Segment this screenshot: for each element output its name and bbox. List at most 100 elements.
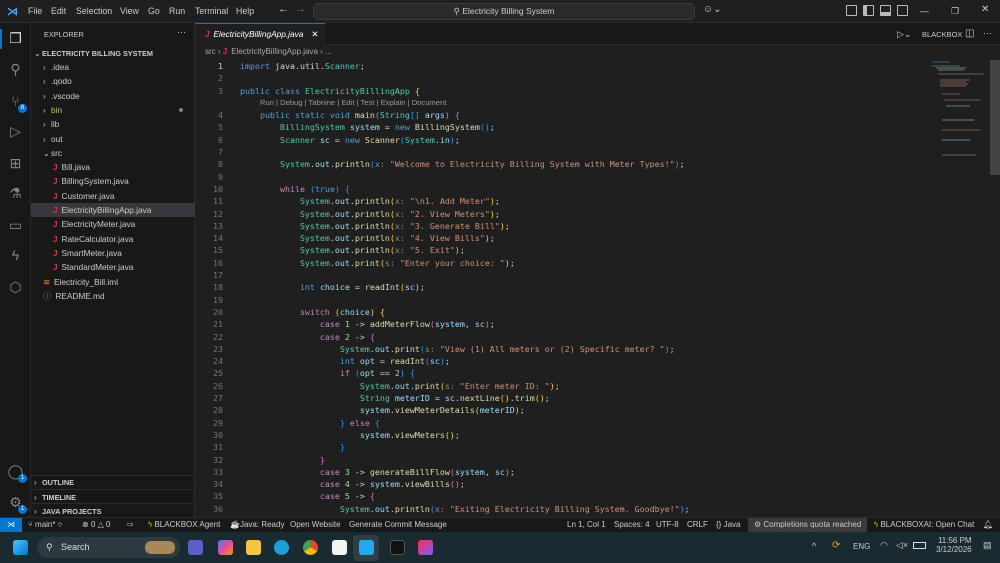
cursor-position[interactable]: Ln 1, Col 1 (567, 518, 606, 532)
search-icon[interactable]: ⚲ (7, 61, 24, 78)
clock[interactable]: 11:56 PM 3/12/2026 (936, 536, 972, 554)
open-website-button[interactable]: Open Website (290, 518, 341, 532)
tree-item[interactable]: J ElectricityMeter.java (31, 217, 195, 231)
java-projects-section[interactable]: › JAVA PROJECTS (31, 503, 195, 517)
tree-item[interactable]: J RateCalculator.java (31, 232, 195, 246)
toggle-panel-icon[interactable] (880, 5, 891, 16)
forward-arrow-icon[interactable]: → (295, 3, 306, 15)
blackbox-button[interactable]: BLACKBOX (922, 30, 962, 39)
command-center-search[interactable]: ⚲ Electricity Billing System (313, 3, 695, 20)
tree-item[interactable]: J StandardMeter.java (31, 260, 195, 274)
codelens[interactable]: Run | Debug | Tabnine | Edit | Test | Ex… (195, 97, 935, 109)
copilot-app-icon[interactable] (218, 540, 233, 555)
menu-help[interactable]: Help (236, 6, 254, 16)
code-editor[interactable]: 1 import java.util.Scanner; 2 3 public class… (195, 60, 935, 515)
customize-layout-icon[interactable] (846, 5, 857, 16)
copilot-chat-icon[interactable]: ⬡ (7, 279, 24, 296)
tree-item[interactable]: › .vscode (31, 89, 195, 103)
menu-terminal[interactable]: Terminal (195, 6, 228, 16)
close-icon[interactable]: ✕ (981, 4, 989, 15)
minimap[interactable] (930, 60, 986, 180)
chrome-icon[interactable] (303, 540, 318, 555)
source-control-icon[interactable]: ⑂ 8 (7, 93, 27, 113)
menu-run[interactable]: Run (169, 6, 185, 16)
more-actions-button[interactable]: ··· (177, 27, 186, 37)
tree-item[interactable]: ⌄src (31, 146, 195, 160)
show-hidden-icons-icon[interactable]: ^ (812, 541, 816, 551)
back-arrow-icon[interactable]: ← (278, 3, 289, 15)
blackbox-agent-status[interactable]: ϟ BLACKBOX Agent (148, 518, 220, 532)
generate-commit-message-button[interactable]: Generate Commit Message (349, 518, 447, 532)
remote-indicator-icon[interactable]: ⋊ (0, 518, 22, 533)
copilot-icon[interactable]: ☺⌄ (703, 4, 722, 15)
tree-item[interactable]: › .idea (31, 60, 195, 74)
explorer-icon[interactable]: ❐ (7, 30, 24, 47)
tree-item[interactable]: ≋ Electricity_Bill.iml (31, 275, 195, 289)
file-explorer-icon[interactable] (246, 540, 261, 555)
tree-item[interactable]: J Customer.java (31, 189, 195, 203)
language-indicator[interactable]: ENG (853, 542, 870, 551)
blackbox-open-chat[interactable]: ϟ BLACKBOXAI: Open Chat (874, 518, 974, 532)
menu-file[interactable]: File (28, 6, 42, 16)
menu-view[interactable]: View (120, 6, 139, 16)
tree-item[interactable]: J BillingSystem.java (31, 174, 195, 188)
editor-scrollbar[interactable] (990, 60, 1000, 175)
edge-icon[interactable] (274, 540, 289, 555)
blackbox-app-icon[interactable] (390, 540, 405, 555)
problems-indicator[interactable]: ⊗ 0 △ 0 (82, 518, 110, 532)
tree-item[interactable]: J ElectricityBillingApp.java (31, 203, 195, 217)
project-root[interactable]: ⌄ELECTRICITY BILLING SYSTEM (31, 46, 195, 60)
close-tab-icon[interactable]: ✕ (311, 29, 318, 39)
remote-explorer-icon[interactable]: ▭ (7, 217, 24, 234)
tab-electricitybillingapp[interactable]: J ElectricityBillingApp.java ✕ (195, 23, 325, 45)
tree-item[interactable]: J SmartMeter.java (31, 246, 195, 260)
toggle-secondary-sidebar-icon[interactable] (897, 5, 908, 16)
intellij-icon[interactable] (418, 540, 433, 555)
menu-edit[interactable]: Edit (51, 6, 66, 16)
codelens-actions[interactable]: Run | Debug | Tabnine | Edit | Test | Ex… (260, 97, 446, 109)
ports-icon[interactable]: ⇨ (127, 518, 134, 532)
completions-quota-status[interactable]: ⚙ Completions quota reached (748, 518, 868, 532)
notifications-bell-icon[interactable]: 🔔︎ (983, 518, 993, 532)
breadcrumb-symbol[interactable]: ... (325, 47, 332, 56)
restore-icon[interactable]: ❐ (951, 6, 959, 17)
accounts-icon[interactable]: ◯ 1 (7, 463, 27, 483)
timeline-section[interactable]: › TIMELINE (31, 489, 195, 503)
tree-item[interactable]: J Bill.java (31, 160, 195, 174)
blackbox-icon[interactable]: ϟ (7, 247, 24, 264)
testing-icon[interactable]: ⚗ (7, 185, 24, 202)
toggle-sidebar-icon[interactable] (863, 5, 874, 16)
tree-item[interactable]: › bin (31, 103, 195, 117)
notification-center-icon[interactable]: ▤ (983, 540, 992, 551)
volume-muted-icon[interactable]: ◁× (896, 540, 908, 551)
tree-item[interactable]: › lib (31, 117, 195, 131)
tree-item[interactable]: ⓘ README.md (31, 289, 195, 303)
wifi-icon[interactable]: ◠ (880, 540, 888, 551)
taskbar-search[interactable]: ⚲ Search (37, 537, 180, 558)
branch-indicator[interactable]: ⑂ main* ⟳ (28, 518, 63, 532)
line-ending[interactable]: CRLF (687, 518, 708, 532)
menu-selection[interactable]: Selection (76, 6, 112, 16)
vscode-taskbar-button[interactable] (353, 535, 379, 561)
tree-item[interactable]: › .qodo (31, 74, 195, 88)
minimize-icon[interactable]: — (920, 6, 929, 16)
breadcrumb-file[interactable]: ElectricityBillingApp.java (231, 47, 318, 56)
java-status[interactable]: ☕Java: Ready (230, 518, 284, 532)
update-icon[interactable]: ⟳ (832, 540, 840, 551)
settings-gear-icon[interactable]: ⚙ 1 (7, 494, 27, 514)
indentation[interactable]: Spaces: 4 (614, 518, 650, 532)
windows-start-icon[interactable] (13, 540, 28, 555)
store-icon[interactable] (332, 540, 347, 555)
battery-icon[interactable] (913, 542, 926, 549)
encoding[interactable]: UTF-8 (656, 518, 679, 532)
menu-go[interactable]: Go (148, 6, 160, 16)
outline-section[interactable]: › OUTLINE (31, 475, 195, 489)
split-editor-icon[interactable]: ◫ (965, 28, 974, 39)
extensions-icon[interactable]: ⊞ (7, 155, 24, 172)
run-debug-icon[interactable]: ▷ (7, 123, 24, 140)
teams-icon[interactable] (188, 540, 203, 555)
tree-item[interactable]: › out (31, 132, 195, 146)
run-dropdown-icon[interactable]: ▷⌄ (897, 29, 911, 40)
editor-more-icon[interactable]: ··· (983, 28, 992, 38)
breadcrumb-src[interactable]: src (205, 47, 216, 56)
